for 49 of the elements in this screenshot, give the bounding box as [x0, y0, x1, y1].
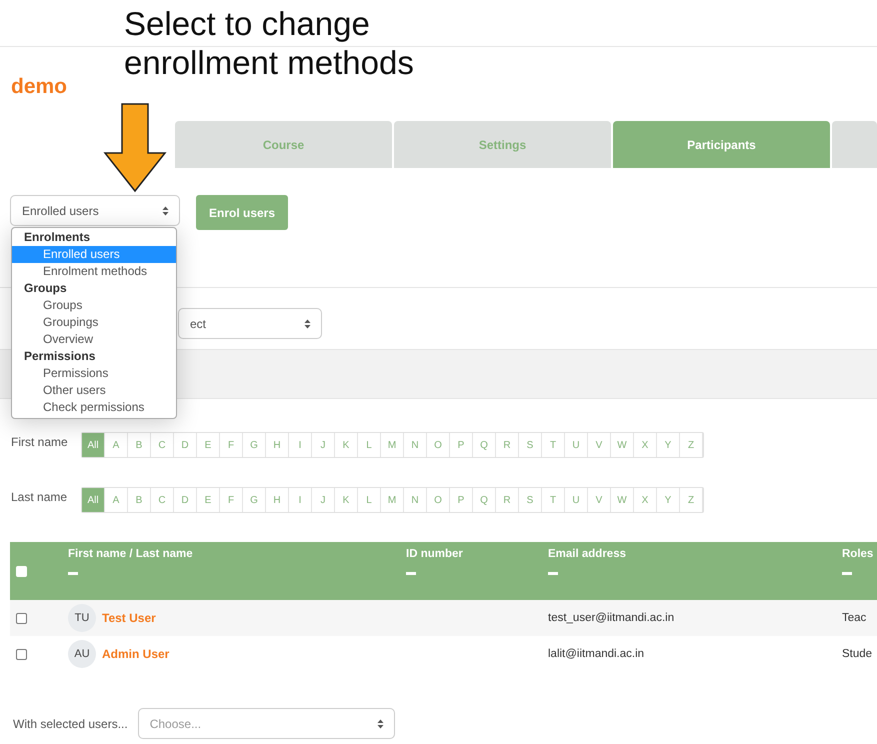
- column-header[interactable]: ID number: [406, 548, 463, 560]
- user-avatar: TU: [68, 604, 96, 632]
- collapse-icon[interactable]: [548, 572, 558, 575]
- filter-label: First name: [11, 435, 69, 449]
- tab[interactable]: Participants: [613, 121, 830, 168]
- column-header[interactable]: First name / Last name: [68, 548, 193, 560]
- arrow-icon: [103, 103, 167, 193]
- site-logo[interactable]: demo: [11, 75, 68, 105]
- dropdown-option[interactable]: Groupings: [12, 314, 176, 331]
- dropdown-option[interactable]: Enrolment methods: [12, 263, 176, 280]
- dropdown-option[interactable]: Enrolled users: [12, 246, 176, 263]
- option-group-label: Enrolments: [23, 229, 90, 246]
- enrol-users-button[interactable]: Enrol users: [196, 195, 288, 230]
- collapse-icon[interactable]: [842, 572, 852, 575]
- option-group-label: Groups: [23, 280, 67, 297]
- bulk-action-select[interactable]: Choose...: [138, 708, 395, 739]
- dropdown-option[interactable]: Other users: [12, 382, 176, 399]
- filter-label: Last name: [11, 490, 68, 504]
- tab[interactable]: Settings: [394, 121, 611, 168]
- dropdown-option[interactable]: Check permissions: [12, 399, 176, 416]
- user-avatar: AU: [68, 640, 96, 668]
- annotation-text: Select to change enrollment methods: [124, 4, 415, 82]
- table-cell: test_user@iitmandi.ac.in: [548, 612, 674, 624]
- row-checkbox[interactable]: [16, 648, 27, 660]
- collapse-icon[interactable]: [406, 572, 416, 575]
- initial-filter-button[interactable]: All: [82, 433, 105, 457]
- dropdown-option[interactable]: Overview: [12, 331, 176, 348]
- column-header[interactable]: Roles: [842, 548, 874, 560]
- table-cell: lalit@iitmandi.ac.in: [548, 648, 644, 660]
- collapse-icon[interactable]: [68, 572, 78, 575]
- user-name-link[interactable]: Test User: [102, 611, 156, 625]
- caret-icon: [304, 318, 311, 328]
- table-cell: Stude: [842, 648, 872, 660]
- filter-select[interactable]: ect: [178, 308, 322, 339]
- dropdown-option[interactable]: Permissions: [12, 365, 176, 382]
- column-header[interactable]: Email address: [548, 548, 626, 560]
- bulk-action-label: With selected users...: [13, 716, 128, 730]
- caret-icon: [162, 206, 169, 216]
- tab[interactable]: [832, 121, 877, 168]
- tab[interactable]: Course: [175, 121, 392, 168]
- view-select[interactable]: Enrolled users: [10, 195, 180, 226]
- initial-filter-button[interactable]: All: [82, 488, 105, 512]
- row-checkbox[interactable]: [16, 612, 27, 624]
- caret-icon: [376, 718, 384, 728]
- table-cell: Teac: [842, 612, 866, 624]
- dropdown-option[interactable]: Groups: [12, 297, 176, 314]
- user-name-link[interactable]: Admin User: [102, 647, 170, 661]
- option-group-label: Permissions: [23, 348, 96, 365]
- select-all-checkbox[interactable]: [16, 566, 27, 576]
